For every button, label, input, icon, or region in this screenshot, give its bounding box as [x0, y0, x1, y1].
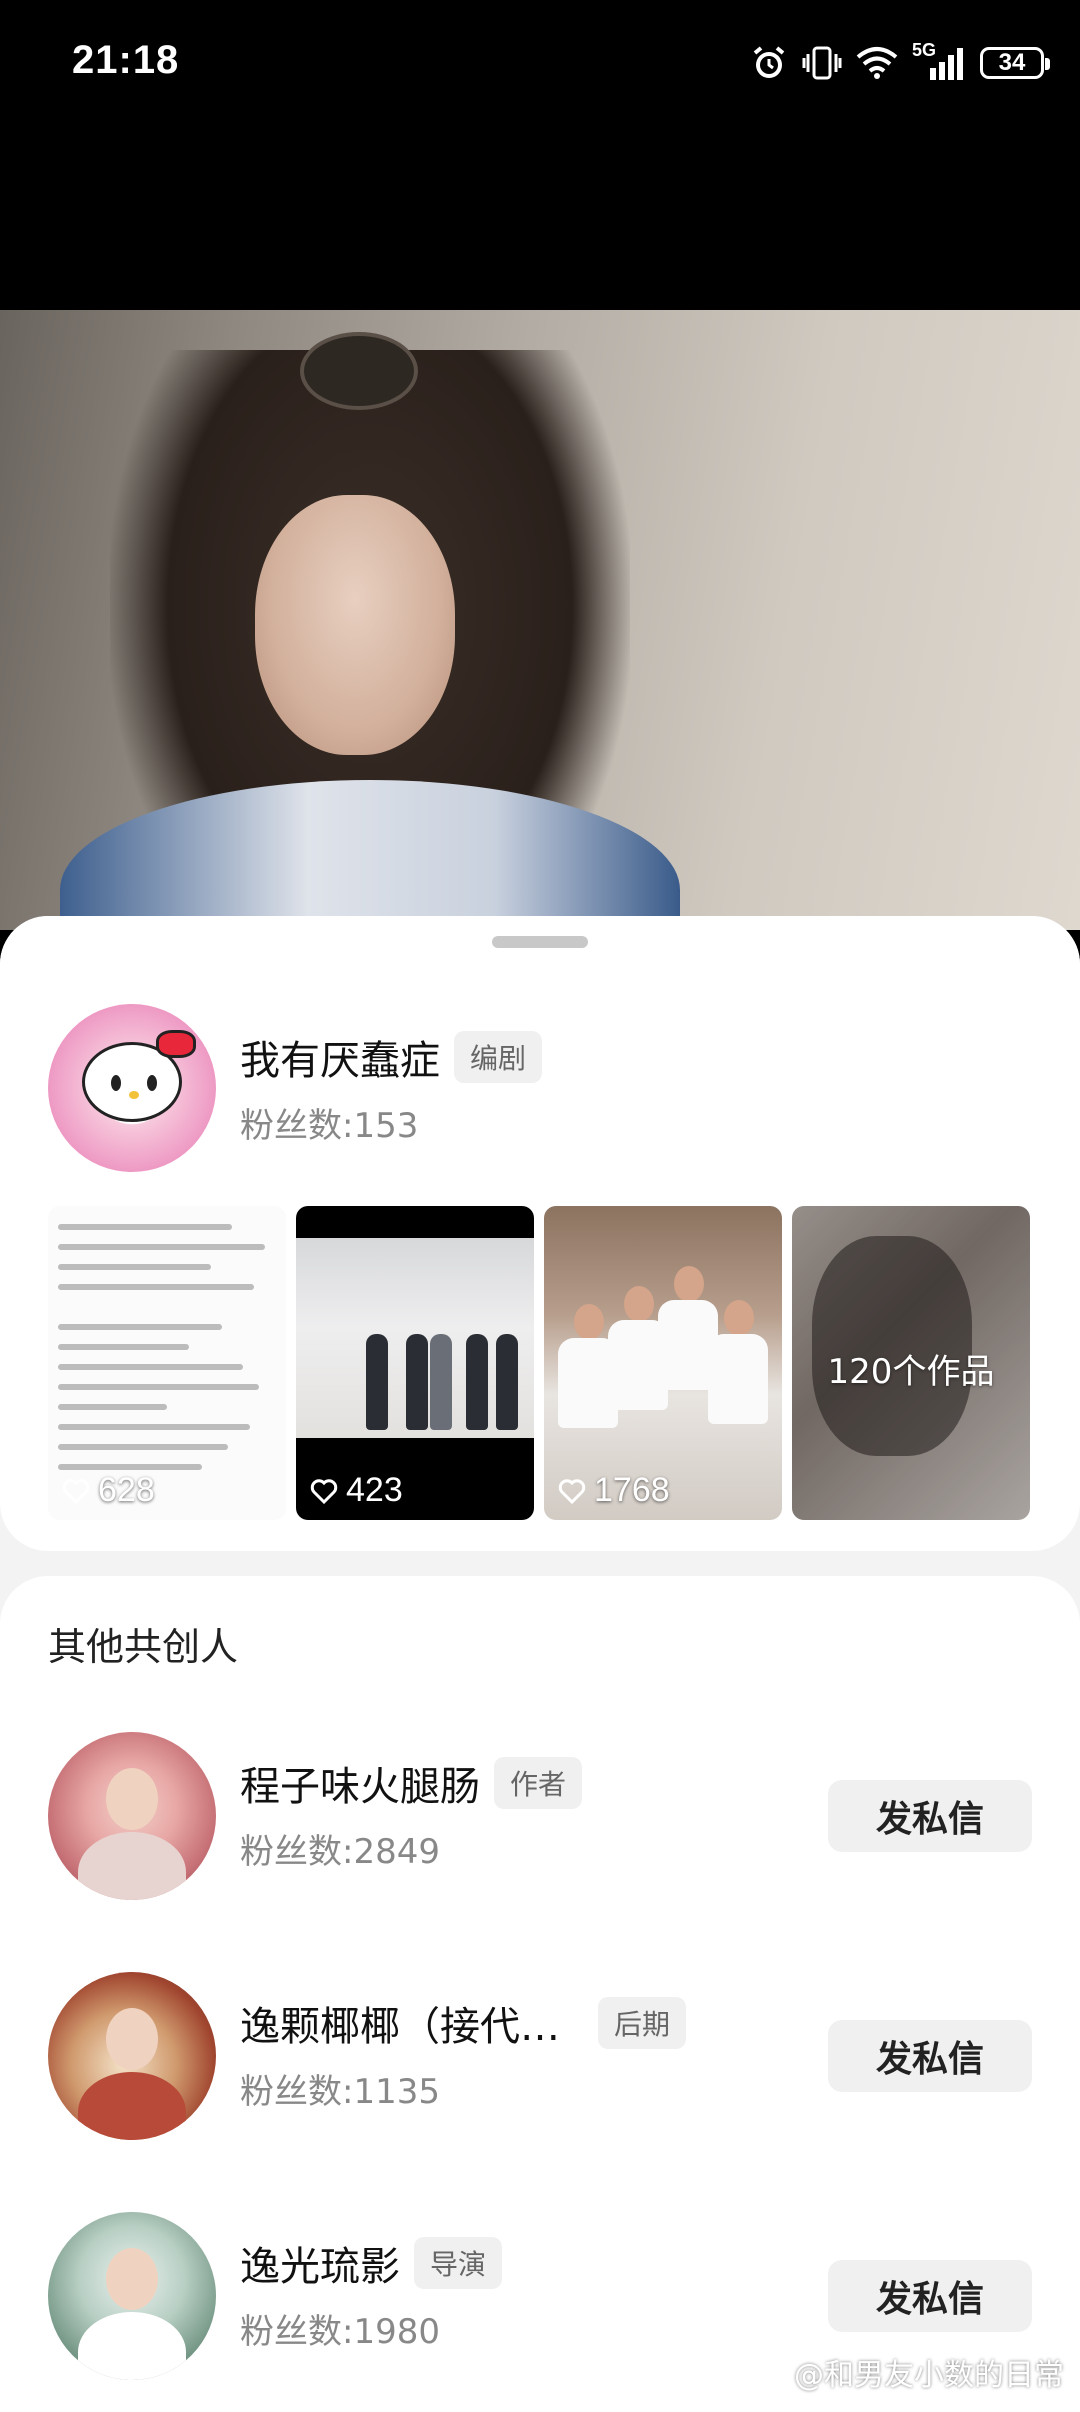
heart-icon: [62, 1478, 90, 1504]
creator-role-tag: 编剧: [454, 1031, 543, 1083]
drag-handle[interactable]: [492, 936, 588, 948]
works-count-label: 120个作品: [827, 1352, 995, 1392]
video-figure-face: [255, 495, 455, 755]
status-bar: 21:18 5G 34: [0, 0, 1080, 125]
text-screenshot-lines: [58, 1224, 276, 1484]
send-message-button[interactable]: 发私信: [828, 2020, 1032, 2092]
heart-icon: [310, 1478, 338, 1504]
kitty-eye-left: [111, 1075, 121, 1091]
battery-icon: 34: [980, 47, 1050, 79]
watermark: @和男友小数的日常: [794, 2358, 1064, 2393]
cocreator-role-tag: 后期: [598, 1997, 687, 2049]
kitty-nose: [129, 1091, 139, 1099]
work-likes: 423: [310, 1471, 403, 1510]
work-likes-count: 628: [98, 1471, 155, 1509]
video-player[interactable]: [0, 310, 1080, 930]
status-icons: 5G 34: [750, 38, 1050, 88]
creators-sheet: 我有厌蠢症 编剧 粉丝数:153 628 423 1768 120个作品 其他共…: [0, 916, 1080, 2412]
work-thumbnail[interactable]: 423: [296, 1206, 534, 1520]
cocreator-name[interactable]: 逸光琉影: [240, 2234, 400, 2292]
cocreator-name[interactable]: 逸颗椰椰（接代…: [240, 1994, 560, 2052]
kitty-bow: [156, 1030, 196, 1058]
work-likes: 628: [62, 1471, 155, 1510]
avatar-figure-head: [106, 2248, 158, 2310]
avatar-figure-body: [78, 1832, 186, 1900]
cocreator-avatar[interactable]: [48, 2212, 216, 2380]
creator-avatar[interactable]: [48, 1004, 216, 1172]
status-time: 21:18: [72, 38, 180, 82]
work-thumbnail[interactable]: 1768: [544, 1206, 782, 1520]
avatar-figure-body: [78, 2312, 186, 2380]
cocreator-fans: 粉丝数:2849: [240, 1832, 440, 1872]
creator-works: 628 423 1768 120个作品: [48, 1206, 1032, 1522]
alarm-icon: [753, 46, 785, 78]
battery-level: 34: [998, 49, 1026, 76]
work-likes-count: 423: [346, 1471, 403, 1509]
vibrate-icon: [802, 46, 842, 80]
cocreator-avatar[interactable]: [48, 1972, 216, 2140]
cocreator-name-row: 程子味火腿肠 作者: [240, 1754, 583, 1812]
kitty-eye-right: [147, 1075, 157, 1091]
send-message-button[interactable]: 发私信: [828, 2260, 1032, 2332]
creator-fans: 粉丝数:153: [240, 1106, 419, 1146]
more-works-thumbnail[interactable]: 120个作品: [792, 1206, 1030, 1520]
cocreator-name[interactable]: 程子味火腿肠: [240, 1754, 480, 1812]
avatar-figure-head: [106, 1768, 158, 1830]
cellular-signal-icon: 5G: [912, 40, 966, 82]
work-thumbnail[interactable]: 628: [48, 1206, 286, 1520]
dance-room: [296, 1238, 534, 1438]
cocreator-role-tag: 导演: [414, 2237, 503, 2289]
avatar-figure-head: [106, 2008, 158, 2070]
work-likes: 1768: [558, 1471, 670, 1510]
send-message-button[interactable]: 发私信: [828, 1780, 1032, 1852]
creator-name-row: 我有厌蠢症 编剧: [240, 1028, 543, 1086]
section-title: 其他共创人: [48, 1625, 239, 1669]
cocreator-name-row: 逸颗椰椰（接代… 后期: [240, 1994, 687, 2052]
video-figure-crown: [300, 332, 418, 410]
creator-name[interactable]: 我有厌蠢症: [240, 1028, 440, 1086]
heart-icon: [558, 1478, 586, 1504]
work-likes-count: 1768: [594, 1471, 670, 1509]
cocreator-role-tag: 作者: [494, 1757, 583, 1809]
cocreator-fans: 粉丝数:1980: [240, 2312, 440, 2352]
avatar-figure-body: [78, 2072, 186, 2140]
cocreators-section: 其他共创人 程子味火腿肠 作者 粉丝数:2849 发私信 逸颗椰椰（接代… 后期: [0, 1576, 1080, 2412]
cocreator-avatar[interactable]: [48, 1732, 216, 1900]
cocreator-fans: 粉丝数:1135: [240, 2072, 440, 2112]
wifi-icon: [856, 47, 898, 79]
cocreator-name-row: 逸光琉影 导演: [240, 2234, 503, 2292]
creator-card: 我有厌蠢症 编剧 粉丝数:153 628 423 1768 120个作品: [0, 916, 1080, 1551]
